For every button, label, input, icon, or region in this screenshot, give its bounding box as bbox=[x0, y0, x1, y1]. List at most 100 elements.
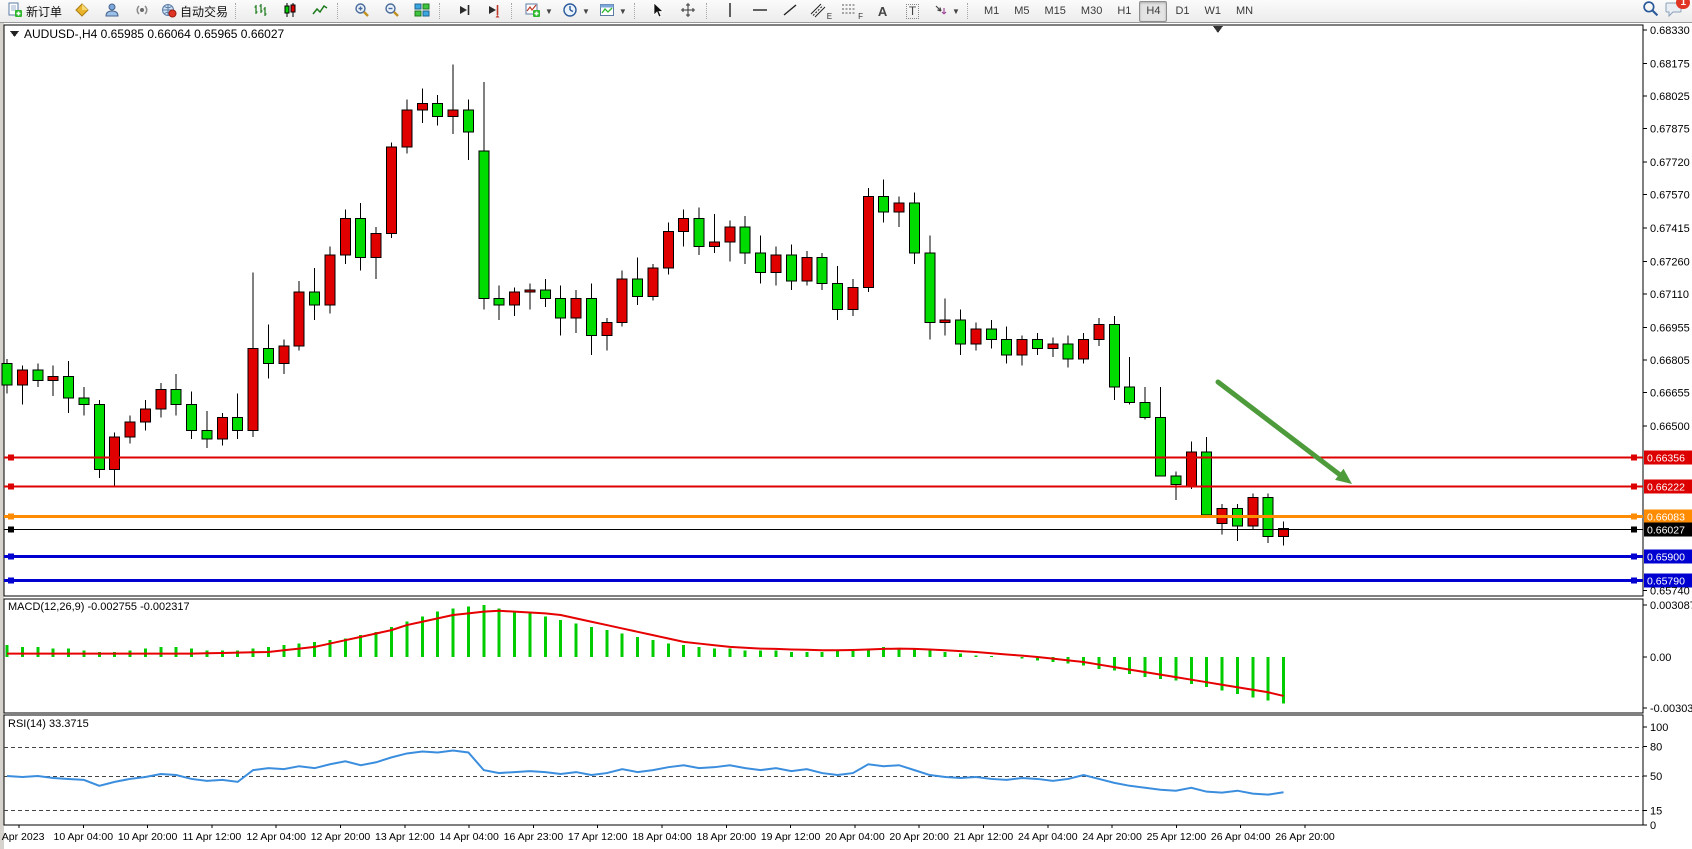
candle-body bbox=[694, 218, 704, 246]
search-icon[interactable] bbox=[1642, 0, 1659, 22]
candle-body bbox=[202, 431, 212, 440]
timeframe-button-m5[interactable]: M5 bbox=[1007, 1, 1036, 22]
candle-body bbox=[310, 292, 320, 305]
time-axis-label: 19 Apr 12:00 bbox=[761, 831, 821, 843]
bar-chart-icon bbox=[252, 2, 268, 21]
cursor-tool-button[interactable] bbox=[644, 1, 673, 22]
candle-body bbox=[125, 422, 135, 437]
horizontal-line-tool-button[interactable] bbox=[746, 1, 775, 22]
hline-handle-right[interactable] bbox=[1631, 514, 1637, 520]
candle-body bbox=[894, 203, 904, 212]
time-axis-label: 11 Apr 12:00 bbox=[183, 831, 242, 843]
fibonacci-tool-button[interactable]: F bbox=[837, 1, 867, 22]
time-axis-label: 21 Apr 12:00 bbox=[954, 831, 1014, 843]
hline-handle-right[interactable] bbox=[1631, 455, 1637, 461]
hline-handle-left[interactable] bbox=[8, 554, 14, 560]
time-axis-label: 10 Apr 20:00 bbox=[118, 831, 178, 843]
time-axis-label: 20 Apr 04:00 bbox=[825, 831, 885, 843]
hline-handle-left[interactable] bbox=[8, 455, 14, 461]
timeframe-button-d1[interactable]: D1 bbox=[1168, 1, 1196, 22]
market-button[interactable] bbox=[67, 1, 96, 22]
candle-body bbox=[248, 348, 258, 430]
time-axis-label: 26 Apr 04:00 bbox=[1211, 831, 1271, 843]
tile-windows-button[interactable] bbox=[407, 1, 436, 22]
zoom-out-button[interactable] bbox=[377, 1, 406, 22]
text-tool-button[interactable]: A bbox=[868, 1, 897, 22]
candle-body bbox=[556, 298, 566, 317]
hline-handle-right[interactable] bbox=[1631, 554, 1637, 560]
candle-chart-type-button[interactable] bbox=[275, 1, 304, 22]
auto-trading-icon bbox=[161, 2, 177, 21]
hline-handle-left[interactable] bbox=[8, 527, 14, 533]
hline-handle-right[interactable] bbox=[1631, 527, 1637, 533]
arrows-tool-button[interactable]: ▼ bbox=[928, 1, 964, 22]
zoom-in-button[interactable] bbox=[347, 1, 376, 22]
zoom-out-icon bbox=[384, 2, 400, 21]
vertical-line-tool-button[interactable] bbox=[716, 1, 745, 22]
toolbar: 新订单 自动交易 bbox=[0, 0, 1692, 23]
candle-body bbox=[233, 418, 243, 431]
hline-price-tag-label: 0.66083 bbox=[1647, 512, 1685, 524]
templates-button[interactable]: ▼ bbox=[595, 1, 631, 22]
time-axis-label: 13 Apr 12:00 bbox=[375, 831, 435, 843]
candle-body bbox=[986, 329, 996, 340]
candle-body bbox=[1032, 340, 1042, 349]
window-left-edge bbox=[0, 23, 4, 849]
auto-scroll-button[interactable] bbox=[449, 1, 478, 22]
notifications-icon[interactable]: 1 bbox=[1665, 1, 1683, 22]
price-axis-tick-label: 0.67570 bbox=[1650, 190, 1690, 202]
hline-handle-right[interactable] bbox=[1631, 578, 1637, 584]
new-order-label: 新订单 bbox=[26, 3, 62, 20]
candle-body bbox=[356, 218, 366, 257]
timeframe-button-w1[interactable]: W1 bbox=[1198, 1, 1229, 22]
timeframe-button-h4[interactable]: H4 bbox=[1139, 1, 1167, 22]
candle-body bbox=[1002, 340, 1012, 355]
timeframe-button-m15[interactable]: M15 bbox=[1038, 1, 1073, 22]
toolbar-separator bbox=[235, 3, 241, 19]
candle-body bbox=[1063, 344, 1073, 359]
trendline-tool-button[interactable] bbox=[776, 1, 805, 22]
candle-body bbox=[848, 288, 858, 310]
candle-body bbox=[33, 370, 43, 381]
timeframe-button-h1[interactable]: H1 bbox=[1110, 1, 1138, 22]
profile-button[interactable] bbox=[97, 1, 126, 22]
trendline-icon bbox=[782, 2, 798, 21]
new-order-button[interactable]: 新订单 bbox=[3, 1, 66, 22]
candle-body bbox=[417, 104, 427, 110]
timeframe-button-m30[interactable]: M30 bbox=[1074, 1, 1109, 22]
template-chart-icon bbox=[599, 2, 615, 21]
hline-handle-left[interactable] bbox=[8, 484, 14, 490]
price-axis-tick-label: 0.66805 bbox=[1650, 355, 1690, 367]
candle-body bbox=[756, 253, 766, 272]
candle-body bbox=[1109, 324, 1119, 387]
auto-scroll-icon bbox=[456, 2, 472, 21]
chart-shift-icon bbox=[486, 2, 502, 21]
timeframe-button-m1[interactable]: M1 bbox=[977, 1, 1006, 22]
timeframe-button-mn[interactable]: MN bbox=[1229, 1, 1260, 22]
time-axis-label: 24 Apr 04:00 bbox=[1018, 831, 1078, 843]
text-tool-icon: A bbox=[878, 4, 887, 19]
time-axis-label: 20 Apr 20:00 bbox=[889, 831, 949, 843]
auto-trading-button[interactable]: 自动交易 bbox=[157, 1, 232, 22]
indicators-button[interactable]: ▼ bbox=[521, 1, 557, 22]
signals-button[interactable] bbox=[127, 1, 156, 22]
chevron-down-icon: ▼ bbox=[952, 7, 960, 16]
periods-button[interactable]: ▼ bbox=[558, 1, 594, 22]
time-axis-label: 18 Apr 04:00 bbox=[632, 831, 692, 843]
candle-body bbox=[956, 320, 966, 344]
time-axis-label: 26 Apr 20:00 bbox=[1275, 831, 1335, 843]
crosshair-tool-button[interactable] bbox=[674, 1, 703, 22]
hline-handle-left[interactable] bbox=[8, 578, 14, 584]
candle-body bbox=[402, 110, 412, 147]
line-chart-type-button[interactable] bbox=[305, 1, 334, 22]
bar-chart-type-button[interactable] bbox=[245, 1, 274, 22]
chart-shift-button[interactable] bbox=[479, 1, 508, 22]
hline-handle-right[interactable] bbox=[1631, 484, 1637, 490]
hline-handle-left[interactable] bbox=[8, 514, 14, 520]
rsi-pane bbox=[4, 715, 1643, 825]
candle-body bbox=[740, 227, 750, 253]
fibonacci-letter: F bbox=[858, 12, 863, 21]
price-chart-svg: 0.663560.662220.660830.660270.659000.657… bbox=[0, 23, 1692, 849]
text-label-tool-button[interactable]: T bbox=[898, 1, 927, 22]
channel-tool-button[interactable]: E bbox=[806, 1, 836, 22]
